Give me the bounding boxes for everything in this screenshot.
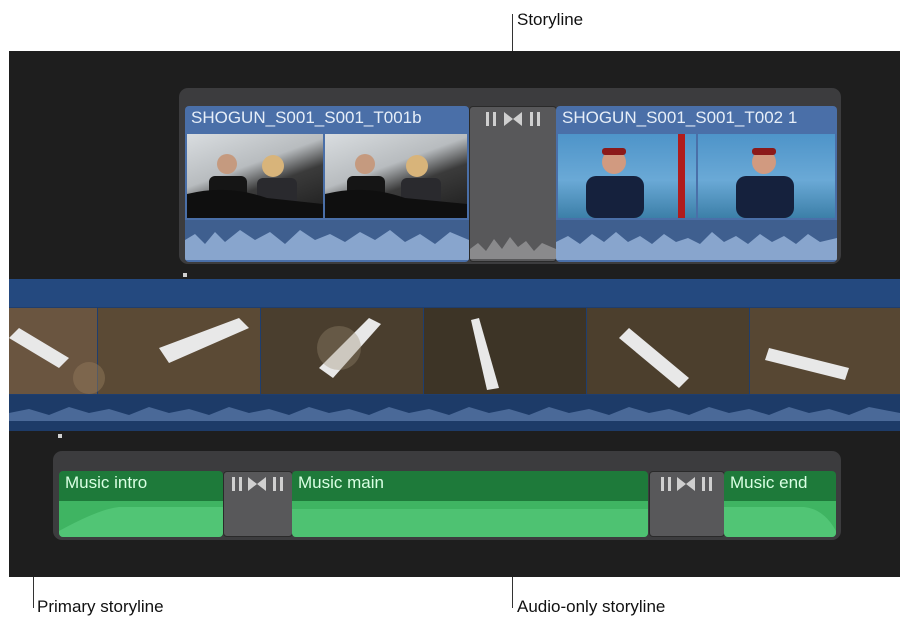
- primary-storyline[interactable]: [9, 279, 900, 431]
- clip-1-name: SHOGUN_S001_S001_T001b: [191, 108, 422, 127]
- music-end-waveform: [724, 501, 836, 537]
- audio-clip-name-2: Music main: [298, 473, 384, 492]
- storyline-clip-2[interactable]: SHOGUN_S001_S001_T002 1: [556, 106, 837, 262]
- primary-clip-filmstrip: [9, 308, 900, 394]
- audio-clip-music-intro[interactable]: Music intro: [59, 471, 223, 537]
- music-main-waveform: [292, 501, 648, 537]
- clip-2-thumbnail-2: [698, 134, 835, 218]
- primary-storyline-callout: Primary storyline: [37, 597, 164, 616]
- clip-1-thumb-1-art: [187, 154, 323, 218]
- clip-2-thumb-1-art: [586, 134, 685, 218]
- audio-storyline-marker: [58, 434, 62, 438]
- music-intro-waveform: [59, 501, 223, 537]
- audio-transition-2[interactable]: [649, 471, 725, 537]
- timeline[interactable]: SHOGUN_S001_S001_T001b SHOGUN_S001_S001_…: [9, 51, 900, 577]
- clip-2-name: SHOGUN_S001_S001_T002 1: [562, 108, 798, 127]
- clip-2-audio-waveform: [556, 220, 837, 260]
- audio-clip-music-end[interactable]: Music end: [724, 471, 836, 537]
- storyline-clip-1[interactable]: SHOGUN_S001_S001_T001b: [185, 106, 469, 262]
- storyline-transition[interactable]: [469, 106, 557, 262]
- clip-2-thumb-2-art: [736, 148, 794, 218]
- transition-waveform: [470, 237, 556, 259]
- clip-1-thumbnail-1: [187, 134, 323, 218]
- audio-cross-dissolve-icon-1: [224, 474, 292, 499]
- connected-storyline[interactable]: SHOGUN_S001_S001_T001b SHOGUN_S001_S001_…: [179, 88, 841, 264]
- audio-clip-music-main[interactable]: Music main: [292, 471, 648, 537]
- audio-only-storyline-callout: Audio-only storyline: [517, 597, 666, 616]
- clip-1-audio-waveform: [185, 220, 469, 260]
- audio-cross-dissolve-icon-2: [650, 474, 724, 499]
- audio-clip-name-3: Music end: [730, 473, 808, 492]
- audio-transition-1[interactable]: [223, 471, 293, 537]
- cross-dissolve-icon: [470, 109, 556, 134]
- clip-2-thumbnail-1: [558, 134, 696, 218]
- clip-1-thumb-2-art: [325, 154, 467, 218]
- clip-1-thumbnail-2: [325, 134, 467, 218]
- primary-clip-header: [9, 279, 900, 307]
- primary-clip-audio-waveform: [9, 395, 900, 431]
- storyline-callout: Storyline: [517, 10, 584, 29]
- primary-storyline-marker: [183, 273, 187, 277]
- audio-clip-name-1: Music intro: [65, 473, 148, 492]
- audio-only-storyline[interactable]: Music intro Music main Music end: [53, 451, 841, 540]
